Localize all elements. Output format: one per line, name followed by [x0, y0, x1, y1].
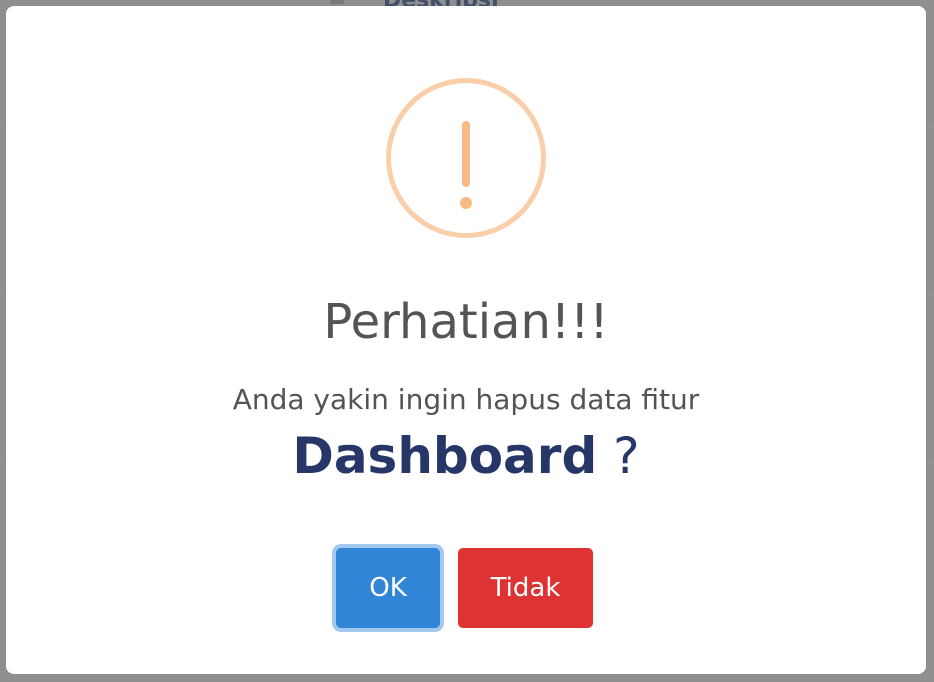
- dialog-message: Anda yakin ingin hapus data fitur: [232, 383, 700, 416]
- exclamation-icon: [460, 121, 472, 209]
- feature-name: Dashboard: [292, 427, 598, 485]
- question-mark: ?: [597, 427, 640, 485]
- cancel-button[interactable]: Tidak: [458, 548, 593, 628]
- background-icon: [330, 0, 344, 4]
- confirm-dialog: Perhatian!!! Anda yakin ingin hapus data…: [6, 6, 926, 674]
- ok-button[interactable]: OK: [336, 548, 440, 628]
- dialog-title: Perhatian!!!: [323, 294, 609, 350]
- feature-line: Dashboard ?: [6, 424, 926, 488]
- warning-icon: [386, 78, 546, 238]
